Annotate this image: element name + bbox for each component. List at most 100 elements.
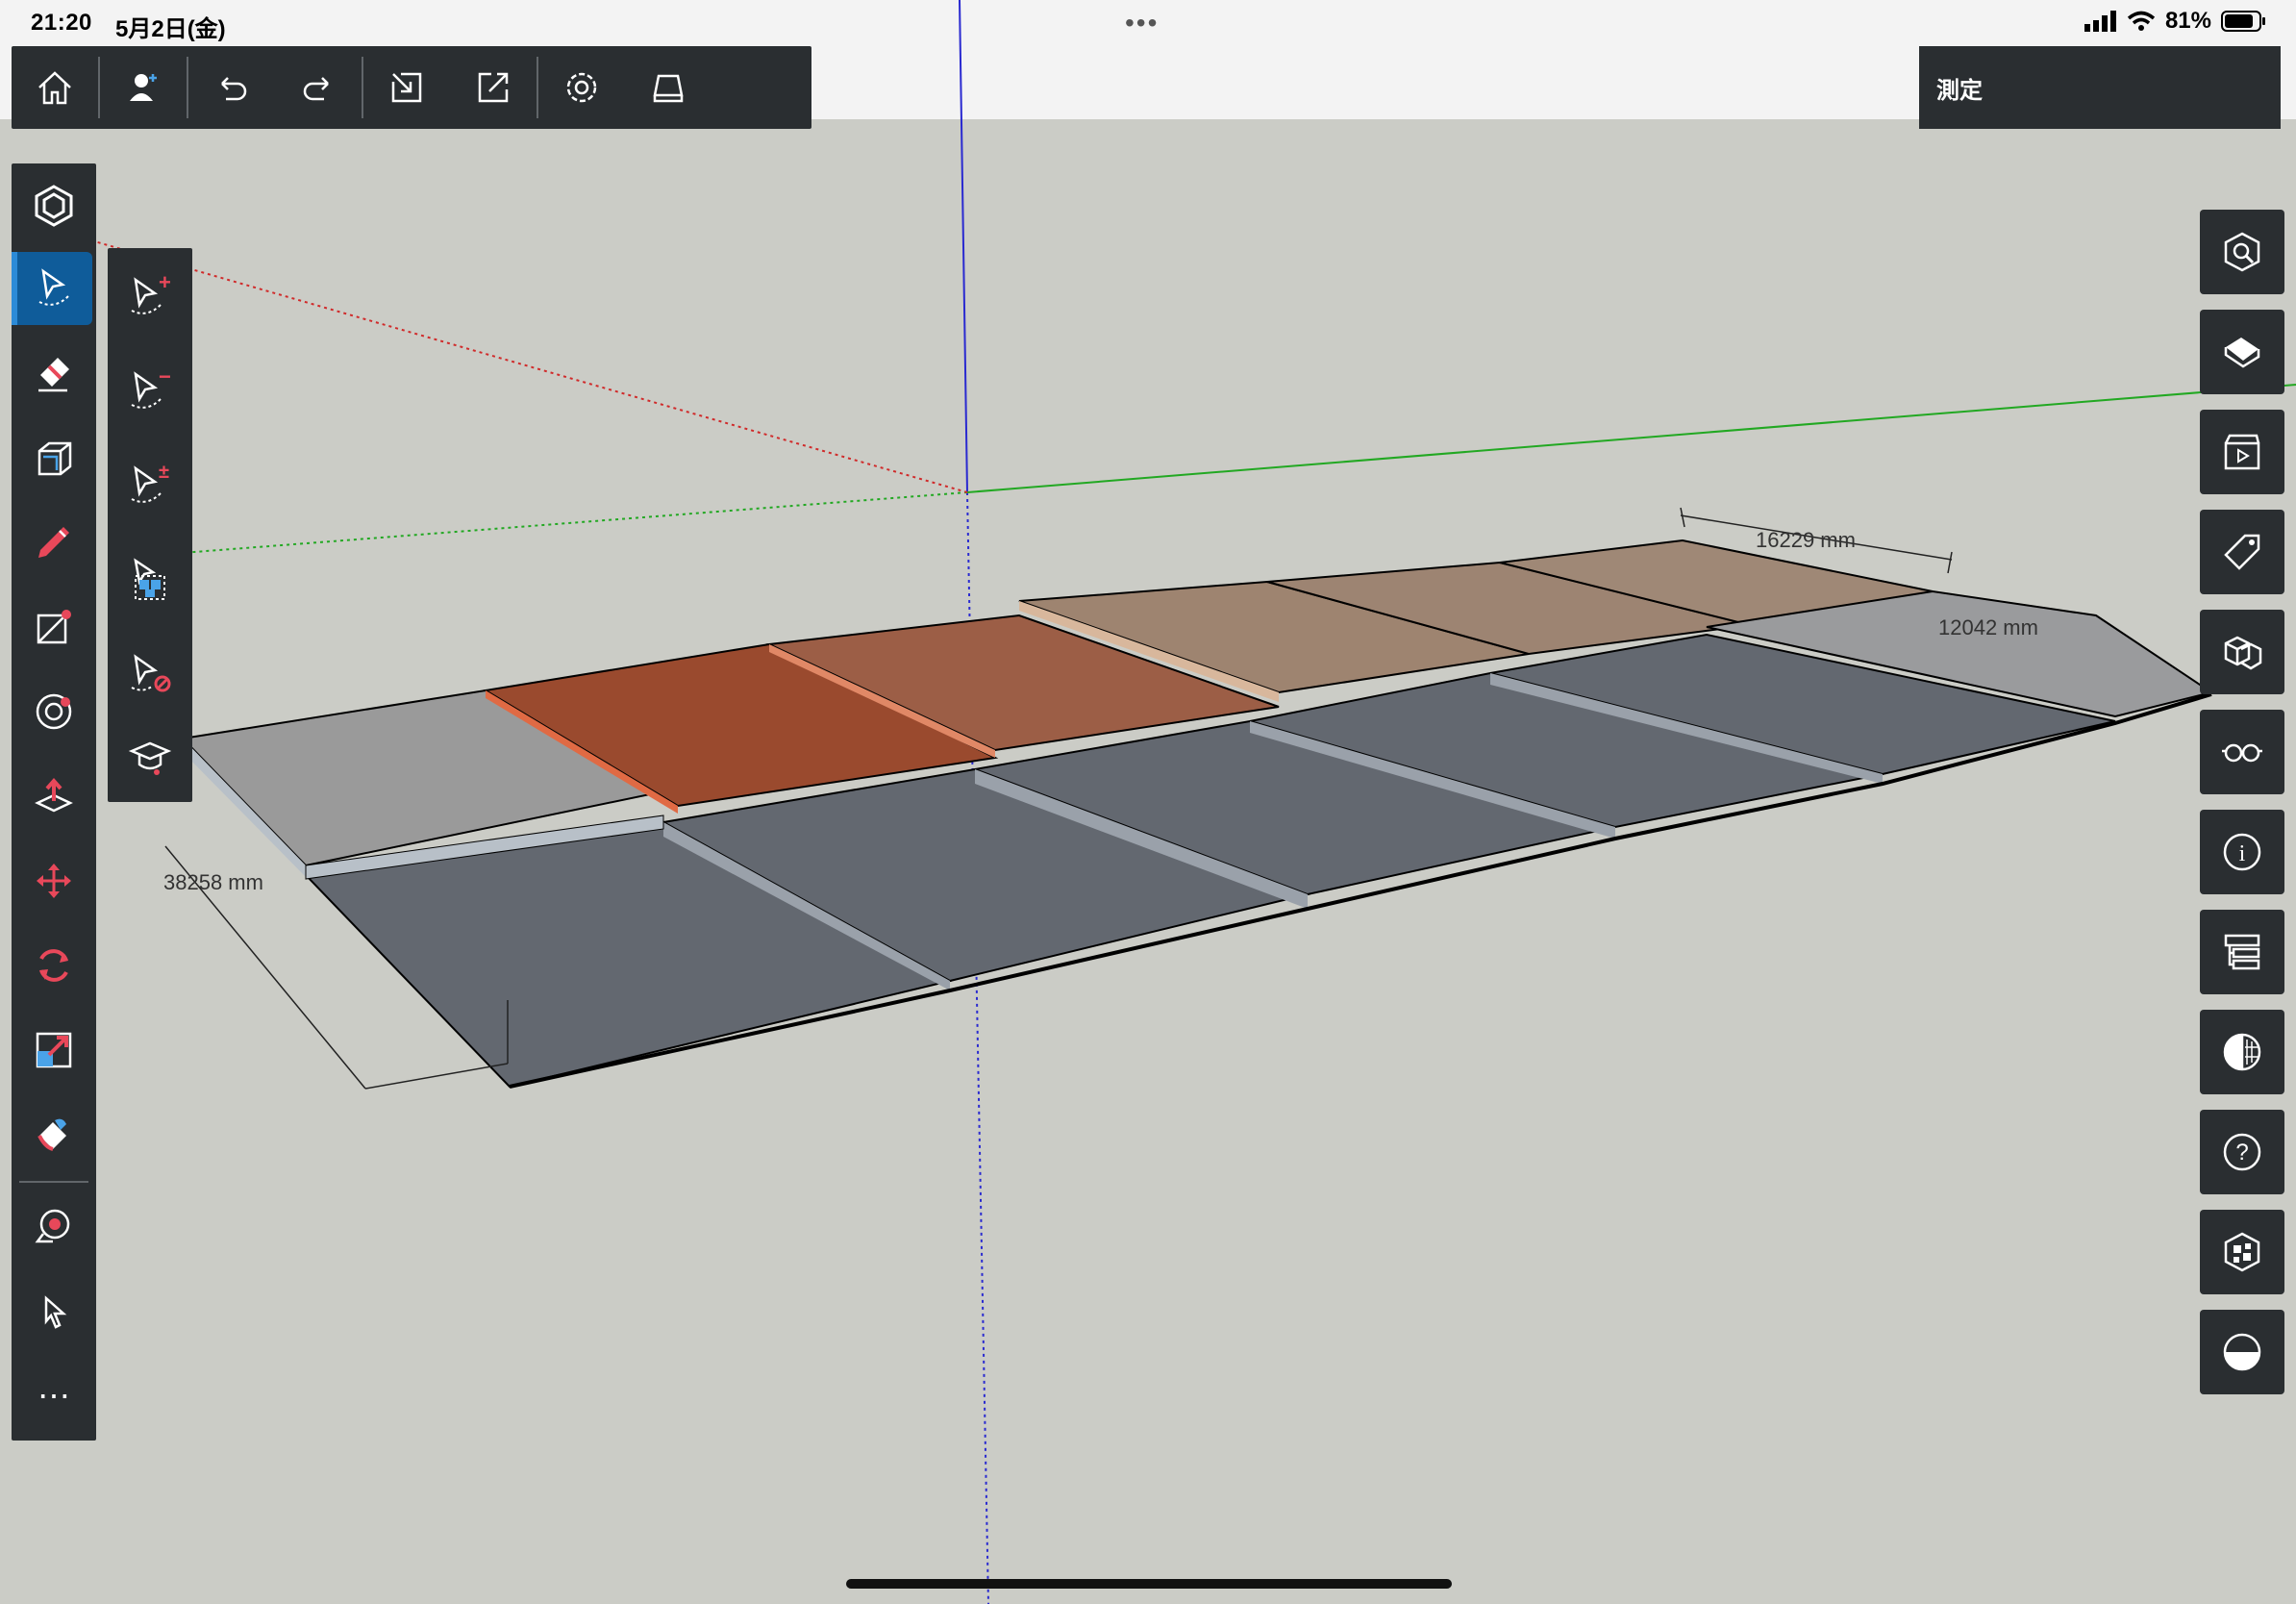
import-button[interactable] xyxy=(363,46,450,129)
eraser-icon xyxy=(38,358,69,392)
select-subtract-icon: − xyxy=(131,368,171,409)
home-indicator[interactable] xyxy=(846,1579,1452,1589)
tape-measure-icon xyxy=(35,1209,70,1243)
tool-panel-title[interactable]: 測定 xyxy=(1919,46,2281,129)
info-button[interactable]: i xyxy=(2200,810,2284,894)
dimension-depth: 12042 mm xyxy=(1938,615,2038,639)
xray-button[interactable] xyxy=(2200,710,2284,794)
user-add-icon xyxy=(130,74,157,101)
pointer-icon xyxy=(44,1295,67,1329)
select-group-button[interactable] xyxy=(108,540,192,617)
top-toolbar xyxy=(12,46,811,129)
search-3d-icon xyxy=(2224,232,2260,272)
eraser-button[interactable] xyxy=(12,337,96,410)
box-tool-button[interactable] xyxy=(12,421,96,494)
scenes-icon xyxy=(2224,434,2260,470)
tags-icon xyxy=(2224,534,2260,570)
undo-button[interactable] xyxy=(188,46,275,129)
outliner-icon xyxy=(2224,934,2260,970)
scenes-button[interactable] xyxy=(2200,410,2284,494)
select-submenu: + − ± xyxy=(108,248,192,802)
move-icon xyxy=(37,864,71,898)
scale-button[interactable] xyxy=(12,1014,96,1087)
axis-green xyxy=(966,384,2296,493)
select-subtract-button[interactable]: − xyxy=(108,352,192,429)
outliner-button[interactable] xyxy=(2200,910,2284,994)
select-toggle-icon: ± xyxy=(131,463,169,503)
select-none-icon xyxy=(131,654,171,692)
paint-bucket-icon xyxy=(37,1118,66,1151)
left-toolbar: ⋯ xyxy=(12,163,96,1441)
select-tool-button[interactable] xyxy=(12,252,92,325)
settings-button[interactable] xyxy=(538,46,625,129)
search-model-icon xyxy=(35,185,73,227)
offset-tool-button[interactable] xyxy=(12,675,96,748)
shadows-icon xyxy=(2223,1333,2261,1371)
components-icon xyxy=(2224,636,2262,670)
info-icon: i xyxy=(2223,833,2261,871)
pencil-button[interactable] xyxy=(12,506,96,579)
export-icon xyxy=(478,72,509,103)
home-button[interactable] xyxy=(12,46,98,129)
styles-button[interactable] xyxy=(2200,1010,2284,1094)
more-tools-button[interactable]: ⋯ xyxy=(12,1360,96,1433)
views-icon xyxy=(2224,338,2260,368)
instructor-button[interactable] xyxy=(108,719,192,796)
home-icon xyxy=(38,71,71,105)
push-pull-button[interactable] xyxy=(12,760,96,833)
rotate-button[interactable] xyxy=(12,929,96,1002)
search-model-button[interactable] xyxy=(12,169,96,242)
svg-text:±: ± xyxy=(159,463,169,483)
tags-button[interactable] xyxy=(2200,510,2284,594)
select-add-button[interactable]: + xyxy=(108,258,192,335)
scale-icon xyxy=(36,1032,72,1068)
dimension-width: 16229 mm xyxy=(1756,528,1856,552)
drive-icon xyxy=(653,74,684,103)
export-button[interactable] xyxy=(450,46,537,129)
axis-blue xyxy=(959,0,968,493)
shape-tool-icon xyxy=(37,610,71,644)
instructor-icon xyxy=(128,741,172,775)
box-tool-icon xyxy=(37,441,72,476)
dimension-length: 38258 mm xyxy=(163,870,263,894)
select-add-icon: + xyxy=(131,274,171,314)
help-icon: ? xyxy=(2223,1133,2261,1171)
search-3d-button[interactable] xyxy=(2200,210,2284,294)
account-button[interactable] xyxy=(100,46,187,129)
move-button[interactable] xyxy=(12,844,96,917)
offset-tool-icon xyxy=(36,693,72,730)
tape-measure-button[interactable] xyxy=(12,1190,96,1264)
svg-text:i: i xyxy=(2239,841,2246,866)
redo-button[interactable] xyxy=(275,46,362,129)
materials-icon xyxy=(2224,1232,2260,1272)
materials-button[interactable] xyxy=(2200,1210,2284,1294)
gear-icon xyxy=(566,72,597,103)
components-button[interactable] xyxy=(2200,610,2284,694)
help-button[interactable]: ? xyxy=(2200,1110,2284,1194)
paint-bucket-button[interactable] xyxy=(12,1098,96,1171)
svg-text:+: + xyxy=(159,274,171,294)
push-pull-icon xyxy=(35,777,73,813)
select-tool-icon xyxy=(38,268,69,306)
views-button[interactable] xyxy=(2200,310,2284,394)
left-toolbar-separator xyxy=(19,1181,88,1183)
pencil-icon xyxy=(38,527,69,558)
pointer-button[interactable] xyxy=(12,1275,96,1348)
svg-text:?: ? xyxy=(2235,1140,2248,1165)
redo-icon xyxy=(303,77,329,101)
import-icon xyxy=(391,72,422,103)
select-none-button[interactable] xyxy=(108,635,192,712)
select-toggle-button[interactable]: ± xyxy=(108,446,192,523)
axis-red-dotted xyxy=(57,230,968,493)
select-group-icon xyxy=(134,558,165,600)
rotate-icon xyxy=(39,949,68,982)
storage-button[interactable] xyxy=(625,46,711,129)
styles-icon xyxy=(2223,1033,2261,1071)
xray-glasses-icon xyxy=(2222,743,2262,763)
shape-tool-button[interactable] xyxy=(12,590,96,664)
shadows-button[interactable] xyxy=(2200,1310,2284,1394)
axis-green-dotted xyxy=(143,491,968,557)
svg-text:−: − xyxy=(159,368,171,388)
model-viewport[interactable] xyxy=(0,0,2296,1604)
undo-icon xyxy=(221,77,247,101)
